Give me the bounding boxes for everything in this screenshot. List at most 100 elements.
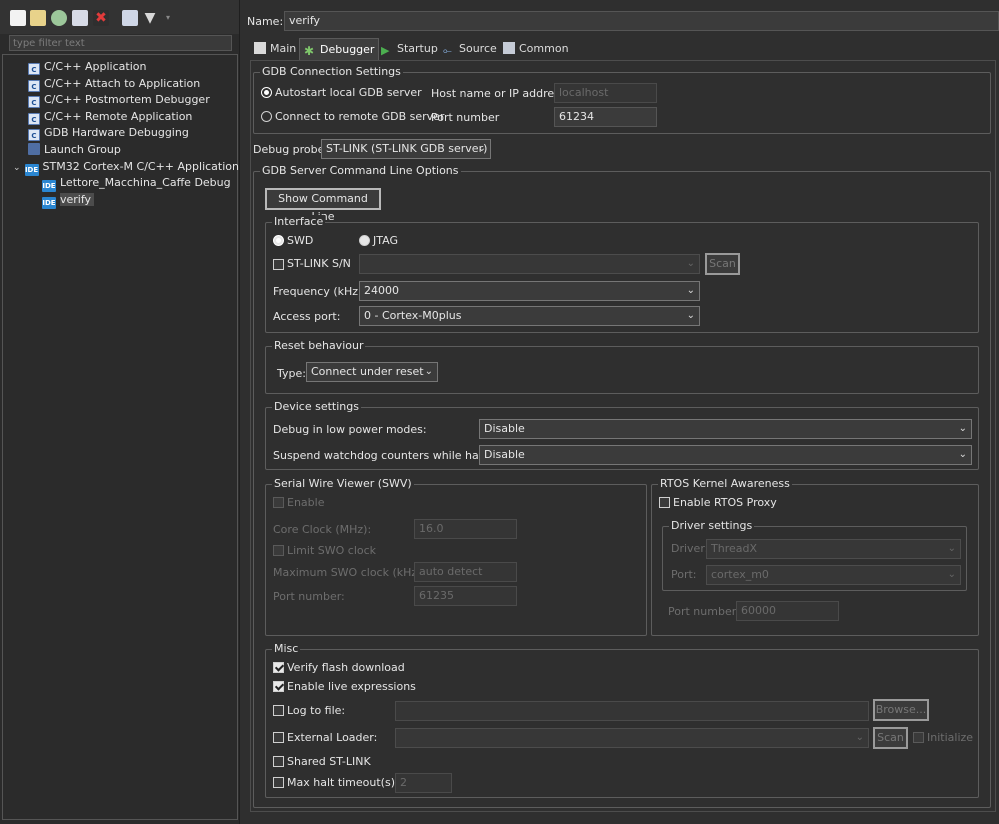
tab-startup[interactable]: ▶ Startup	[377, 38, 442, 60]
low-power-select[interactable]: Disable ⌄	[479, 419, 972, 439]
rtos-port-select[interactable]: cortex_m0 ⌄	[706, 565, 961, 585]
live-expressions-checkbox[interactable]	[273, 681, 284, 692]
initialize-checkbox[interactable]	[913, 732, 924, 743]
filter-menu-chevron-icon[interactable]: ▾	[160, 10, 176, 26]
stlink-sn-checkbox[interactable]	[273, 259, 284, 270]
watchdog-select[interactable]: Disable ⌄	[479, 445, 972, 465]
ide-icon: IDE	[24, 164, 39, 176]
chevron-down-icon: ⌄	[958, 423, 967, 434]
max-halt-checkbox[interactable]	[273, 777, 284, 788]
reset-type-select[interactable]: Connect under reset ⌄	[306, 362, 438, 382]
swv-port-input[interactable]: 61235	[414, 586, 517, 606]
launch-config-tree: C C/C++ Application C C/C++ Attach to Appl…	[2, 54, 239, 820]
tab-source[interactable]: ⟜ Source	[439, 38, 501, 60]
common-tab-icon	[503, 42, 515, 54]
config-editor: Name: verify Main ✱ Debugger ▶ Startup ⟜ So…	[244, 0, 999, 824]
external-loader-select[interactable]: ⌄	[395, 728, 869, 748]
chevron-down-icon: ⌄	[947, 543, 956, 554]
group-title: RTOS Kernel Awareness	[658, 477, 792, 491]
scan-button[interactable]: Scan	[705, 253, 740, 275]
frequency-select[interactable]: 24000 ⌄	[359, 281, 700, 301]
tree-item-selected[interactable]: IDE verify	[42, 192, 95, 209]
tree-item[interactable]: Launch Group	[28, 142, 121, 158]
debug-probe-select[interactable]: ST-LINK (ST-LINK GDB server) ⌄	[321, 139, 491, 159]
verify-flash-checkbox[interactable]	[273, 662, 284, 673]
group-title: Misc	[272, 642, 301, 656]
chevron-down-icon: ⌄	[947, 569, 956, 580]
limit-swo-checkbox[interactable]	[273, 545, 284, 556]
tree-item[interactable]: IDE Lettore_Macchina_Caffe Debug	[42, 175, 231, 192]
swd-radio[interactable]	[273, 235, 284, 246]
duplicate-icon[interactable]	[72, 10, 88, 26]
show-command-line-button[interactable]: Show Command Line	[265, 188, 381, 223]
select-value: Disable	[484, 422, 525, 435]
tab-common[interactable]: Common	[499, 38, 573, 60]
filter-input[interactable]: type filter text	[9, 35, 232, 51]
tree-item[interactable]: C GDB Hardware Debugging	[28, 125, 189, 141]
driver-select[interactable]: ThreadX ⌄	[706, 539, 961, 559]
max-swo-input[interactable]: auto detect	[414, 562, 517, 582]
reset-type-label: Type:	[277, 367, 306, 380]
chevron-down-icon: ⌄	[424, 366, 433, 377]
log-file-input[interactable]	[395, 701, 869, 721]
core-clock-input[interactable]: 16.0	[414, 519, 517, 539]
rtos-proxy-label: Enable RTOS Proxy	[673, 496, 777, 509]
select-value: Connect under reset	[311, 365, 424, 378]
port-label: Port number	[431, 111, 500, 124]
access-port-select[interactable]: 0 - Cortex-M0plus ⌄	[359, 306, 700, 326]
tree-item-label: GDB Hardware Debugging	[44, 126, 189, 139]
autostart-radio[interactable]	[261, 87, 272, 98]
tree-item[interactable]: C C/C++ Remote Application	[28, 109, 192, 125]
tree-item-label: Launch Group	[44, 143, 121, 156]
tree-item[interactable]: ⌄ IDE STM32 Cortex-M C/C++ Application	[13, 159, 239, 176]
tree-item[interactable]: C C/C++ Attach to Application	[28, 76, 200, 92]
new-prototype-icon[interactable]	[30, 10, 46, 26]
filter-icon[interactable]: ▼	[142, 10, 158, 26]
collapse-all-icon[interactable]	[122, 10, 138, 26]
stlink-sn-select[interactable]: ⌄	[359, 254, 700, 274]
host-input[interactable]: localhost	[554, 83, 657, 103]
log-to-file-label: Log to file:	[287, 704, 346, 717]
log-to-file-checkbox[interactable]	[273, 705, 284, 716]
chevron-down-icon: ⌄	[958, 449, 967, 460]
tab-main[interactable]: Main	[250, 38, 300, 60]
tree-item-label: Lettore_Macchina_Caffe Debug	[60, 176, 231, 189]
jtag-radio[interactable]	[359, 235, 370, 246]
debugger-tab-icon: ✱	[304, 44, 315, 58]
core-clock-label: Core Clock (MHz):	[273, 523, 372, 536]
swv-enable-checkbox[interactable]	[273, 497, 284, 508]
rtos-port-number-input[interactable]: 60000	[736, 601, 839, 621]
jtag-label: JTAG	[373, 234, 398, 247]
rtos-proxy-checkbox[interactable]	[659, 497, 670, 508]
export-icon[interactable]	[51, 10, 67, 26]
port-input[interactable]: 61234	[554, 107, 657, 127]
remote-label: Connect to remote GDB server	[275, 110, 445, 123]
tree-item-label: C/C++ Attach to Application	[44, 77, 201, 90]
autostart-label: Autostart local GDB server	[275, 86, 422, 99]
browse-button[interactable]: Browse...	[873, 699, 929, 721]
group-title: Driver settings	[669, 519, 755, 533]
external-loader-checkbox[interactable]	[273, 732, 284, 743]
shared-stlink-checkbox[interactable]	[273, 756, 284, 767]
low-power-label: Debug in low power modes:	[273, 423, 427, 436]
tab-debugger[interactable]: ✱ Debugger	[299, 38, 380, 61]
host-label: Host name or IP address	[431, 87, 566, 100]
chevron-down-icon: ⌄	[686, 285, 695, 296]
new-config-icon[interactable]	[10, 10, 26, 26]
delete-icon[interactable]: ✖	[93, 10, 109, 26]
tree-toolbar: ✖ ▼ ▾	[0, 0, 239, 34]
loader-scan-button[interactable]: Scan	[873, 727, 908, 749]
tab-label: Main	[270, 42, 297, 55]
name-input[interactable]: verify	[284, 11, 999, 31]
c-icon: C	[28, 113, 40, 125]
watchdog-label: Suspend watchdog counters while halted:	[273, 449, 504, 462]
remote-radio[interactable]	[261, 111, 272, 122]
max-swo-label: Maximum SWO clock (kHz):	[273, 566, 426, 579]
tree-item[interactable]: C C/C++ Postmortem Debugger	[28, 92, 210, 108]
max-halt-input[interactable]: 2	[395, 773, 452, 793]
rtos-port-label: Port:	[671, 568, 697, 581]
chevron-down-icon[interactable]: ⌄	[13, 163, 21, 173]
limit-swo-label: Limit SWO clock	[287, 544, 377, 557]
tree-item[interactable]: C C/C++ Application	[28, 59, 146, 75]
tab-label: Startup	[397, 42, 438, 55]
